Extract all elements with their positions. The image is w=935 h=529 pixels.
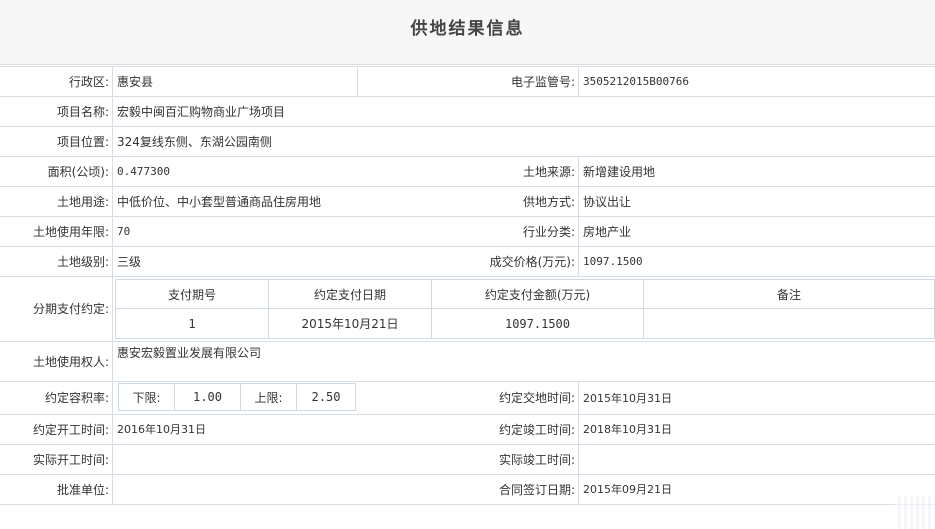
delivery-time-value: 2015年10月31日 <box>583 391 672 405</box>
supply-method-value: 协议出让 <box>583 194 632 209</box>
approval-unit-label: 批准单位: <box>56 482 109 497</box>
installment-cell-remark <box>644 309 934 338</box>
price-label: 成交价格(万元): <box>489 254 575 269</box>
installment-header-period: 支付期号 <box>116 280 269 309</box>
far-upper-label: 上限: <box>241 384 297 410</box>
price-value: 1097.1500 <box>583 254 643 268</box>
contract-date-value: 2015年09月21日 <box>583 483 672 496</box>
far-range-box: 下限: 1.00 上限: 2.50 <box>118 383 356 411</box>
delivery-time-label: 约定交地时间: <box>498 391 575 405</box>
installment-table: 支付期号 约定支付日期 约定支付金额(万元) 备注 1 2015年10月21日 … <box>115 279 935 339</box>
finish-time-value: 2018年10月31日 <box>583 423 672 436</box>
land-source-label: 土地来源: <box>522 164 575 179</box>
finish-time-label: 约定竣工时间: <box>498 422 575 437</box>
row-divider <box>0 276 935 277</box>
supervision-number-value: 3505212015B00766 <box>583 74 689 88</box>
installment-header-remark: 备注 <box>644 280 934 309</box>
page-title: 供地结果信息 <box>410 19 525 39</box>
use-years-value: 70 <box>117 224 131 238</box>
supply-method-label: 供地方式: <box>522 194 575 209</box>
actual-finish-value <box>579 444 935 474</box>
land-supply-result-page: 供地结果信息 行政区: 惠安县 电子监管号: 3505212015B00766 … <box>0 0 935 529</box>
installment-cell-period: 1 <box>116 309 269 338</box>
district-value: 惠安县 <box>117 74 154 89</box>
owner-label: 土地使用权人: <box>32 354 109 369</box>
far-lower-label: 下限: <box>119 384 175 410</box>
start-time-value: 2016年10月31日 <box>117 423 206 436</box>
far-lower-value: 1.00 <box>175 384 241 410</box>
project-name-value: 宏毅中闽百汇购物商业广场项目 <box>117 104 286 119</box>
installment-cell-date: 2015年10月21日 <box>269 309 432 338</box>
project-location-label: 项目位置: <box>56 134 109 149</box>
far-label: 约定容积率: <box>44 391 109 405</box>
owner-value: 惠安宏毅置业发展有限公司 <box>117 345 262 360</box>
actual-finish-label: 实际竣工时间: <box>498 452 575 467</box>
bottom-edge-texture <box>895 496 935 529</box>
use-years-label: 土地使用年限: <box>32 224 109 239</box>
land-grade-label: 土地级别: <box>56 254 109 269</box>
installment-label: 分期支付约定: <box>32 302 109 316</box>
approval-unit-value <box>113 474 413 504</box>
far-upper-value: 2.50 <box>311 390 341 404</box>
area-label: 面积(公顷): <box>47 164 109 179</box>
installment-header-amount: 约定支付金额(万元) <box>432 280 644 309</box>
project-location-value: 324复线东侧、东湖公园南侧 <box>117 134 272 149</box>
installment-cell-amount: 1097.1500 <box>432 309 644 338</box>
actual-start-label: 实际开工时间: <box>32 452 109 467</box>
district-label: 行政区: <box>68 74 109 89</box>
supervision-number-label: 电子监管号: <box>510 74 575 89</box>
land-grade-value: 三级 <box>117 254 142 269</box>
industry-value: 房地产业 <box>583 224 632 239</box>
land-source-value: 新增建设用地 <box>583 164 656 179</box>
land-use-value: 中低价位、中小套型普通商品住房用地 <box>117 194 322 209</box>
project-name-label: 项目名称: <box>56 104 109 119</box>
industry-label: 行业分类: <box>522 224 575 239</box>
title-bar: 供地结果信息 <box>0 0 935 65</box>
actual-start-value <box>113 444 413 474</box>
row-divider <box>0 504 935 505</box>
start-time-label: 约定开工时间: <box>32 422 109 437</box>
installment-header-date: 约定支付日期 <box>269 280 432 309</box>
contract-date-label: 合同签订日期: <box>498 482 575 497</box>
land-use-label: 土地用途: <box>56 194 109 209</box>
